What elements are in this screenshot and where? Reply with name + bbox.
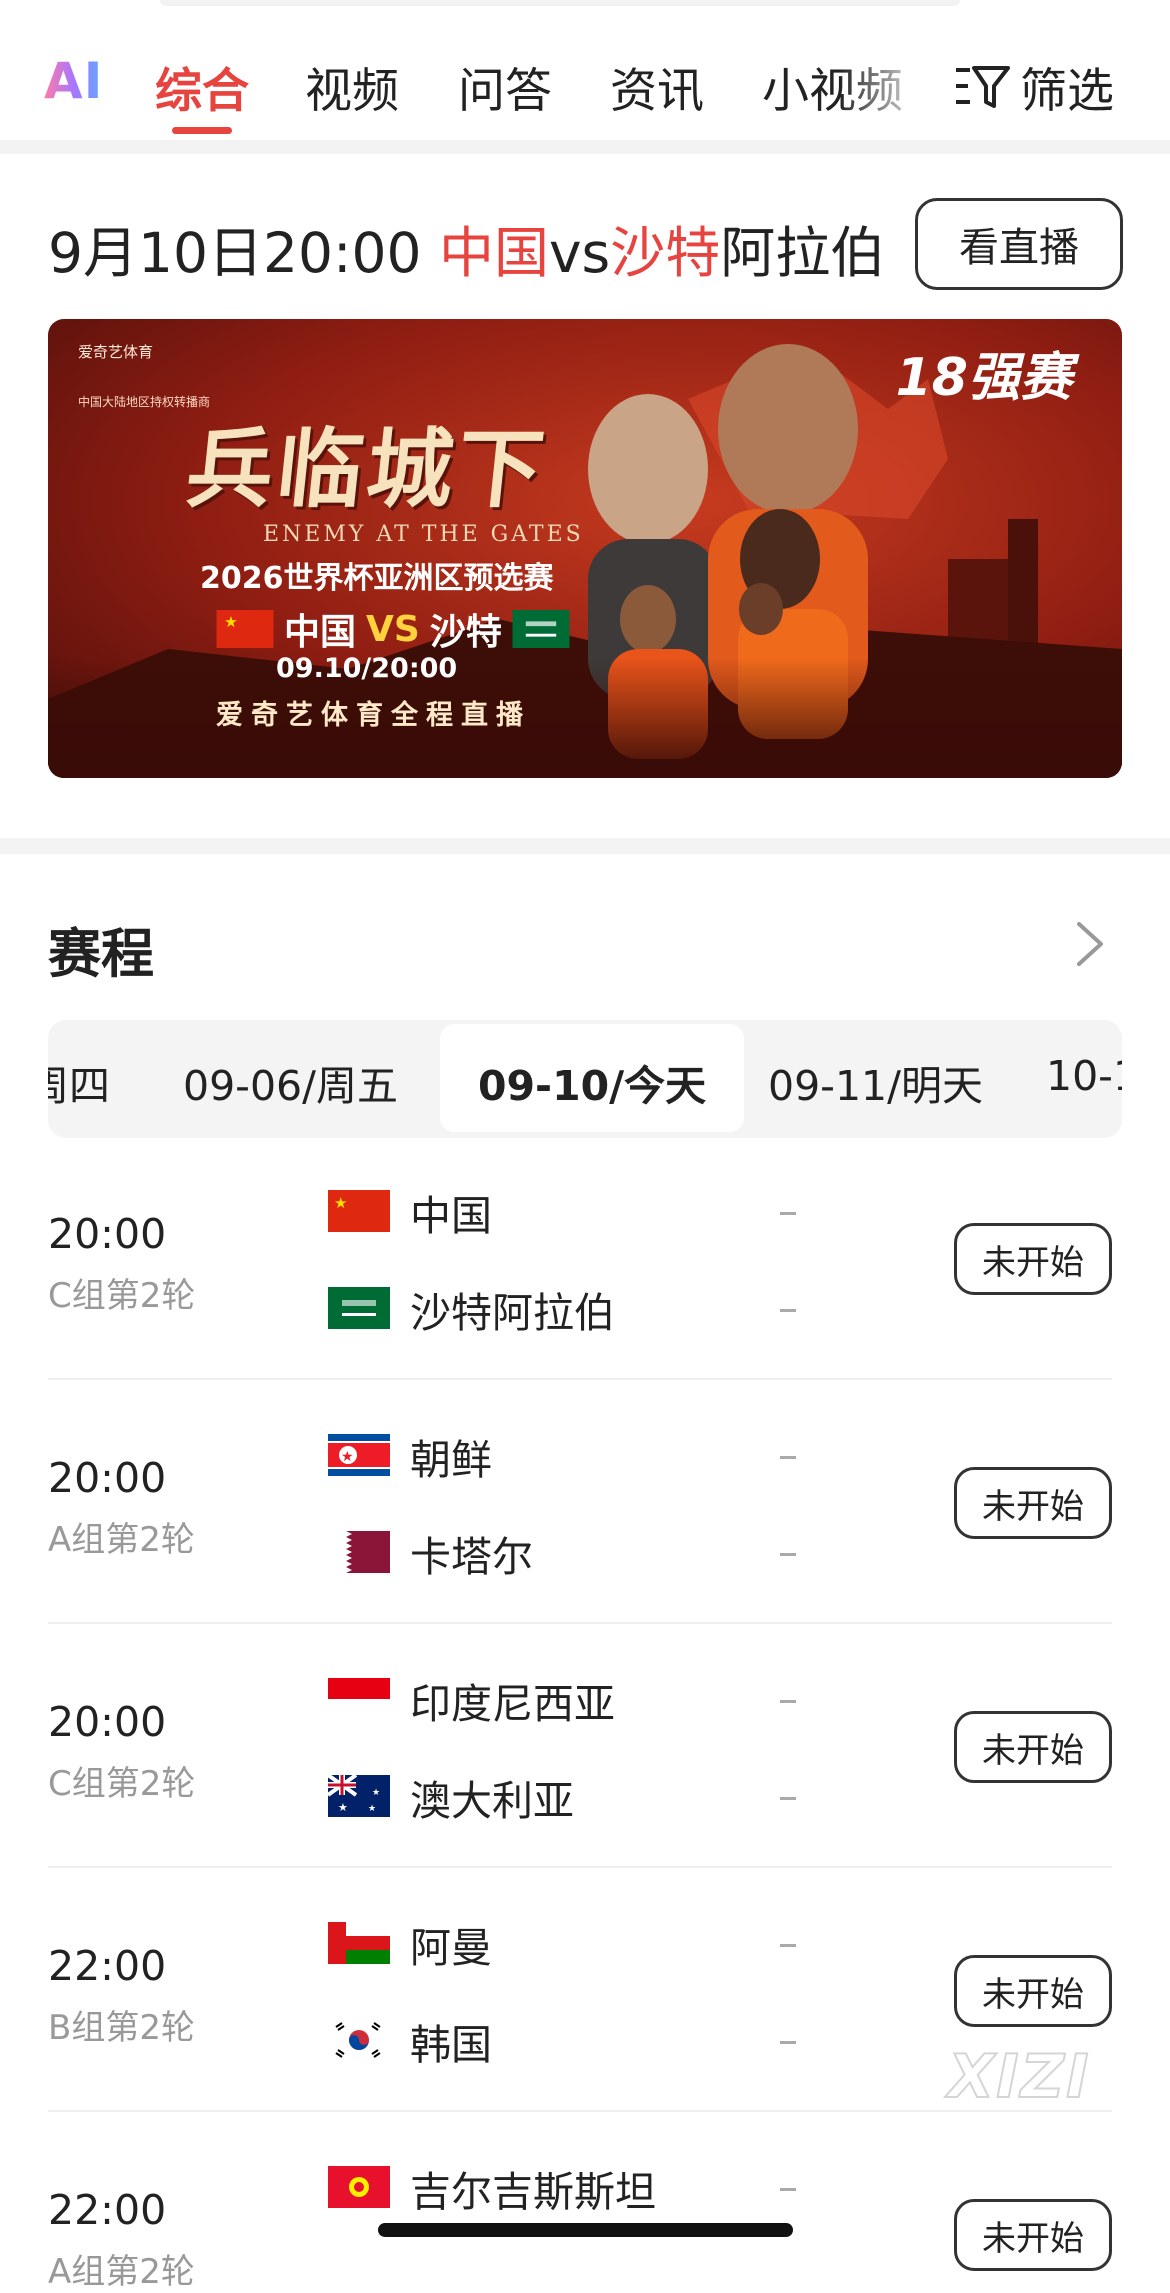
chevron-right-icon[interactable]: [1073, 918, 1107, 970]
match-home-score: [780, 1944, 796, 1947]
tab-comprehensive[interactable]: 综合: [155, 52, 249, 121]
match-group: C组第2轮: [48, 1276, 196, 1316]
svg-text:★: ★: [341, 1449, 354, 1465]
section-divider: [0, 140, 1170, 154]
match-away-score: [780, 2041, 796, 2044]
australia-flag-icon: ★ ★ ★: [328, 1775, 390, 1817]
match-home-team: 阿曼: [410, 1924, 492, 1972]
tab-video[interactable]: 视频: [305, 52, 399, 121]
banner-title-en: ENEMY AT THE GATES: [263, 522, 584, 547]
home-indicator[interactable]: [378, 2223, 793, 2237]
qatar-flag-icon: [328, 1531, 390, 1573]
banner-title: 兵临城下: [181, 419, 553, 520]
section-divider: [0, 838, 1170, 854]
match-away-team: 卡塔尔: [410, 1533, 533, 1581]
tab-bar: AI 综合 视频 问答 资讯 小视频 筛选: [0, 0, 1170, 150]
svg-text:★: ★: [368, 1804, 376, 1814]
match-away-score: [780, 1553, 796, 1556]
date-tab[interactable]: 周四: [48, 1052, 110, 1112]
match-away-team: 韩国: [410, 2021, 492, 2069]
match-time: 20:00: [48, 1454, 167, 1502]
china-flag-icon: ★: [216, 610, 274, 648]
date-tab-active[interactable]: 09-10/今天: [440, 1024, 745, 1132]
banner-live-text: 爱奇艺体育全程直播: [216, 700, 531, 731]
filter-button[interactable]: 筛选: [954, 52, 1114, 121]
headline-team-b-highlight: 沙特: [610, 221, 721, 285]
match-group: A组第2轮: [48, 1520, 195, 1560]
kyrgyzstan-flag-icon: [328, 2166, 390, 2208]
date-tab[interactable]: 09-11/明天: [768, 1052, 983, 1112]
banner-team-b: 沙特: [429, 612, 502, 653]
match-headline: 9月10日20:00 中国vs沙特阿拉伯: [48, 208, 885, 288]
saudi-flag-icon: [512, 610, 570, 648]
match-home-score: [780, 1212, 796, 1215]
match-status-button[interactable]: 未开始: [954, 1467, 1112, 1539]
active-tab-indicator: [172, 127, 232, 134]
match-home-score: [780, 2188, 796, 2191]
date-tab[interactable]: 10-1: [1046, 1052, 1122, 1100]
filter-icon: [956, 65, 1010, 108]
match-status-button[interactable]: 未开始: [954, 2199, 1112, 2271]
oman-flag-icon: [328, 1922, 390, 1964]
headline-team-a: 中国: [438, 221, 549, 285]
svg-text:★: ★: [224, 613, 238, 631]
china-flag-icon: ★: [328, 1190, 390, 1232]
banner-brand-sub: 中国大陆地区持权转播商: [78, 395, 211, 409]
schedule-title: 赛程: [48, 924, 154, 985]
match-away-score: [780, 1797, 796, 1800]
row-divider: [48, 1622, 1112, 1624]
match-group: B组第2轮: [48, 2008, 195, 2048]
match-home-team: 吉尔吉斯斯坦: [410, 2168, 656, 2216]
headline-team-b-rest: 阿拉伯: [720, 221, 886, 285]
banner-matchup: ★ 中国 VS 沙特: [216, 603, 570, 655]
match-away-score: [780, 1309, 796, 1312]
svg-text:★: ★: [338, 1801, 348, 1814]
date-selector: 周四 09-06/周五 09-10/今天 09-11/明天 10-1: [48, 1020, 1122, 1138]
tab-qa[interactable]: 问答: [458, 52, 552, 121]
match-away-team: 沙特阿拉伯: [410, 1289, 615, 1337]
banner-time: 09.10/20:00: [276, 653, 458, 684]
banner-subtitle: 2026世界杯亚洲区预选赛: [200, 561, 554, 596]
match-home-score: [780, 1456, 796, 1459]
tab-news[interactable]: 资讯: [610, 52, 704, 121]
filter-label: 筛选: [1020, 64, 1114, 119]
match-away-team: 澳大利亚: [410, 1777, 574, 1825]
match-home-score: [780, 1700, 796, 1703]
indonesia-flag-icon: [328, 1678, 390, 1720]
match-status-button[interactable]: 未开始: [954, 1223, 1112, 1295]
south-korea-flag-icon: [328, 2019, 390, 2061]
great-wall-silhouette: [48, 658, 1122, 778]
banner-badge: 18强赛: [895, 348, 1072, 408]
svg-text:★: ★: [372, 1788, 380, 1798]
banner-vs: VS: [366, 608, 420, 650]
saudi-flag-icon: [328, 1287, 390, 1329]
match-time: 22:00: [48, 2186, 167, 2234]
match-home-team: 中国: [410, 1192, 492, 1240]
match-time: 20:00: [48, 1698, 167, 1746]
svg-text:★: ★: [334, 1194, 347, 1212]
match-home-team: 朝鲜: [410, 1436, 492, 1484]
match-promo-banner[interactable]: 爱奇艺体育 中国大陆地区持权转播商 兵临城下 ENEMY AT THE GATE…: [48, 319, 1122, 778]
match-group: A组第2轮: [48, 2252, 195, 2292]
north-korea-flag-icon: ★: [328, 1434, 390, 1476]
tab-short-video[interactable]: 小视频: [762, 52, 903, 121]
match-datetime: 9月10日20:00: [48, 221, 439, 285]
match-status-button[interactable]: 未开始: [954, 1955, 1112, 2027]
match-status-button[interactable]: 未开始: [954, 1711, 1112, 1783]
match-time: 20:00: [48, 1210, 167, 1258]
watermark: XIZI: [947, 2041, 1091, 2113]
match-home-team: 印度尼西亚: [410, 1680, 615, 1728]
banner-team-a: 中国: [284, 612, 357, 653]
banner-brand: 爱奇艺体育: [78, 343, 154, 361]
headline-vs: vs: [548, 221, 611, 285]
row-divider: [48, 1866, 1112, 1868]
ai-tab-logo[interactable]: AI: [44, 52, 103, 110]
match-group: C组第2轮: [48, 1764, 196, 1804]
match-time: 22:00: [48, 1942, 167, 1990]
watch-live-button[interactable]: 看直播: [915, 198, 1123, 290]
date-tab[interactable]: 09-06/周五: [183, 1052, 398, 1112]
row-divider: [48, 1378, 1112, 1380]
